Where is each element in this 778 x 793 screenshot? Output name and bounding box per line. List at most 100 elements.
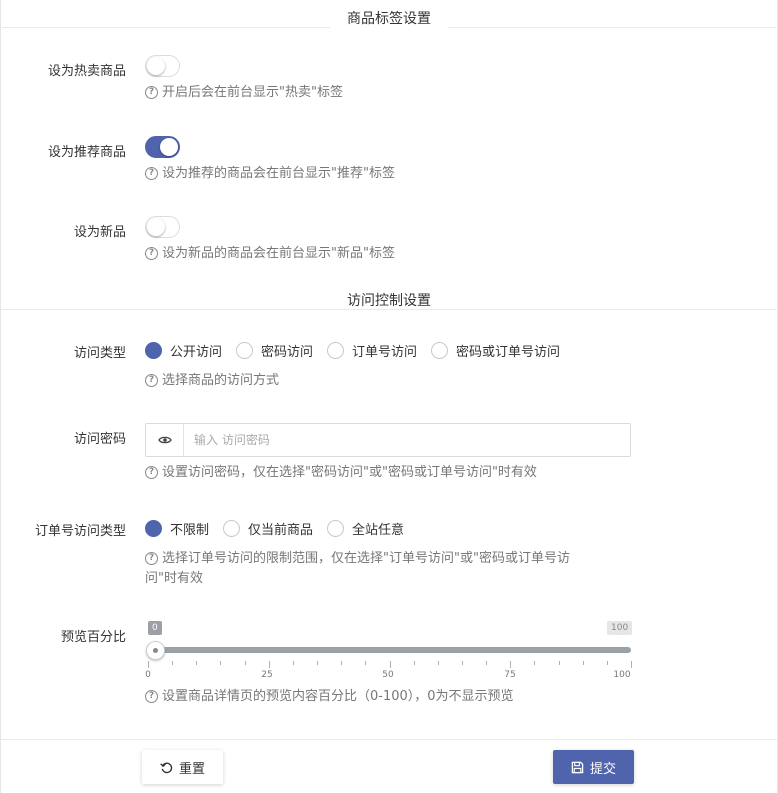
order-access-type-radio-1[interactable]: 仅当前商品 <box>223 519 313 538</box>
hot-label: 设为热卖商品 <box>47 64 126 79</box>
new-item-help: ? 设为新品的商品会在前台显示"新品"标签 <box>145 244 395 264</box>
tick-label: 75 <box>504 670 516 680</box>
section-divider <box>0 309 778 310</box>
section-title-access: 访问控制设置 <box>347 293 431 309</box>
new-item-help-text: 设为新品的商品会在前台显示"新品"标签 <box>162 246 395 261</box>
toggle-knob <box>147 218 165 236</box>
radio-circle-icon <box>145 520 162 537</box>
slider-tick <box>510 661 511 668</box>
order-access-type-radio-label: 不限制 <box>170 523 210 538</box>
slider-tick <box>438 661 439 665</box>
order-access-type-help-line2: 问"时有效 <box>145 571 203 586</box>
recommend-toggle[interactable] <box>145 136 180 158</box>
preview-label: 预览百分比 <box>60 630 126 645</box>
hot-help: ? 开启后会在前台显示"热卖"标签 <box>145 83 343 103</box>
question-circle-icon: ? <box>145 552 158 565</box>
radio-circle-icon <box>327 342 345 359</box>
preview-help: ? 设置商品详情页的预览内容百分比（0-100），0为不显示预览 <box>145 687 514 707</box>
question-circle-icon: ? <box>145 466 158 479</box>
slider-tick <box>317 661 318 665</box>
submit-button-label: 提交 <box>589 761 616 777</box>
question-circle-icon: ? <box>145 374 158 387</box>
order-access-type-radio-label: 全站任意 <box>352 523 405 538</box>
hot-toggle[interactable] <box>145 55 180 77</box>
recommend-label: 设为推荐商品 <box>47 145 126 160</box>
access-type-help-text: 选择商品的访问方式 <box>162 373 280 388</box>
recommend-help-text: 设为推荐的商品会在前台显示"推荐"标签 <box>162 166 395 181</box>
access-type-radio-1[interactable]: 密码访问 <box>236 341 313 360</box>
preview-help-text: 设置商品详情页的预览内容百分比（0-100），0为不显示预览 <box>162 689 514 704</box>
access-type-radio-label: 密码或订单号访问 <box>456 345 561 360</box>
order-access-type-help-line1: 选择订单号访问的限制范围，仅在选择"订单号访问"或"密码或订单号访 <box>162 551 570 566</box>
section-title-tags: 商品标签设置 <box>347 11 431 27</box>
recommend-help: ? 设为推荐的商品会在前台显示"推荐"标签 <box>145 164 395 184</box>
order-access-type-help: ? 选择订单号访问的限制范围，仅在选择"订单号访问"或"密码或订单号访 <box>145 549 570 569</box>
access-type-radio-3[interactable]: 密码或订单号访问 <box>431 341 560 360</box>
order-access-type-help-cont: 问"时有效 <box>145 569 203 589</box>
save-icon <box>571 761 584 773</box>
slider-tick <box>341 661 342 665</box>
slider-tick <box>148 661 149 668</box>
slider-tick <box>462 661 463 665</box>
undo-icon <box>160 762 173 773</box>
slider-tick <box>559 661 560 665</box>
slider-tick <box>583 661 584 665</box>
eye-icon <box>157 436 172 444</box>
toggle-knob <box>160 138 178 156</box>
slider-tick <box>220 661 221 665</box>
hot-help-text: 开启后会在前台显示"热卖"标签 <box>162 85 343 100</box>
eye-toggle-button[interactable] <box>146 424 184 456</box>
access-type-radio-label: 公开访问 <box>170 345 223 360</box>
order-access-type-radio-label: 仅当前商品 <box>248 523 314 538</box>
radio-circle-icon <box>223 520 241 537</box>
slider-tick <box>390 661 391 668</box>
radio-circle-icon <box>327 520 345 537</box>
access-password-label: 访问密码 <box>73 432 126 447</box>
new-item-label: 设为新品 <box>73 225 126 240</box>
access-type-radio-label: 密码访问 <box>261 345 314 360</box>
slider-tick <box>269 661 270 668</box>
slider-tick <box>631 661 632 668</box>
access-password-help-text: 设置访问密码，仅在选择"密码访问"或"密码或订单号访问"时有效 <box>162 465 537 480</box>
new-item-toggle[interactable] <box>145 216 180 238</box>
slider-tick <box>486 661 487 665</box>
reset-button[interactable]: 重置 <box>142 750 223 784</box>
access-password-input-group <box>145 423 631 457</box>
tick-label: 50 <box>382 670 394 680</box>
tick-label: 25 <box>261 670 273 680</box>
access-password-help: ? 设置访问密码，仅在选择"密码访问"或"密码或订单号访问"时有效 <box>145 463 537 483</box>
access-type-radio-label: 订单号访问 <box>352 345 418 360</box>
reset-button-label: 重置 <box>178 761 205 777</box>
access-type-label: 访问类型 <box>73 346 126 361</box>
question-circle-icon: ? <box>145 690 158 703</box>
radio-circle-icon <box>145 342 162 359</box>
access-type-radio-2[interactable]: 订单号访问 <box>327 341 417 360</box>
slider-tick <box>196 661 197 665</box>
slider-tick <box>293 661 294 665</box>
submit-button[interactable]: 提交 <box>553 750 634 784</box>
toggle-knob <box>147 57 165 75</box>
tick-label: 0 <box>145 670 151 680</box>
preview-slider-track[interactable] <box>152 647 631 653</box>
access-type-radio-0[interactable]: 公开访问 <box>145 341 222 360</box>
tick-label: 100 <box>613 670 631 680</box>
slider-tick <box>607 661 608 665</box>
radio-circle-icon <box>431 342 449 359</box>
preview-slider-handle[interactable] <box>146 641 165 660</box>
question-circle-icon: ? <box>145 167 158 180</box>
radio-circle-icon <box>236 342 254 359</box>
section-divider-left <box>2 27 330 28</box>
slider-tick <box>534 661 535 665</box>
slider-tick <box>414 661 415 665</box>
section-divider-right <box>448 27 776 28</box>
slider-tick <box>172 661 173 665</box>
question-circle-icon: ? <box>145 247 158 260</box>
slider-tick <box>245 661 246 665</box>
question-circle-icon: ? <box>145 86 158 99</box>
order-access-type-radio-0[interactable]: 不限制 <box>145 519 209 538</box>
order-access-type-radio-group: 不限制 仅当前商品 全站任意 <box>145 519 418 538</box>
access-type-help: ? 选择商品的访问方式 <box>145 371 279 391</box>
order-access-type-radio-2[interactable]: 全站任意 <box>327 519 404 538</box>
slider-min-badge: 0 <box>148 621 162 635</box>
access-password-input[interactable] <box>184 424 630 456</box>
